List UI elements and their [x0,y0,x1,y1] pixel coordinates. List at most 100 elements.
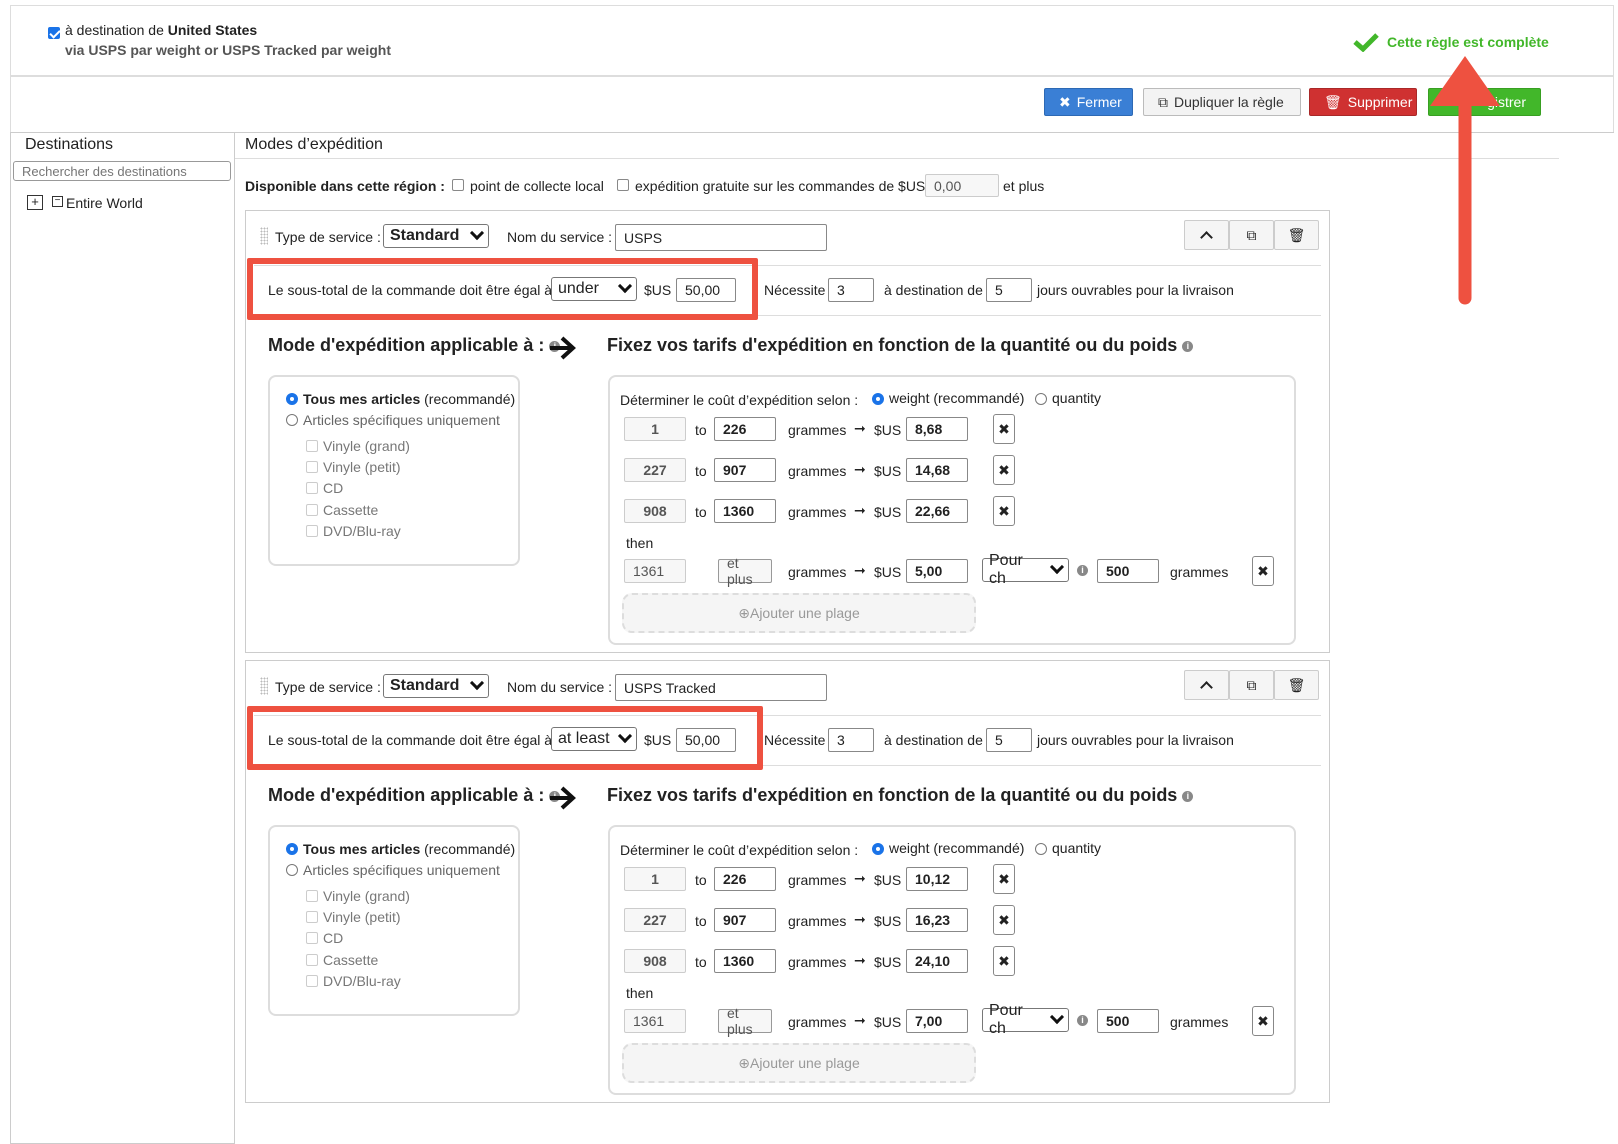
add-range-button[interactable]: ⊕ Ajouter une plage [622,1043,976,1083]
remove-range-button[interactable]: ✖ [993,946,1015,976]
then-price-input[interactable]: 5,00 [906,559,968,583]
delete-service-button[interactable]: 🗑 [1274,220,1319,250]
weight-radio[interactable] [872,393,884,405]
collapse-up-button[interactable] [1184,670,1229,700]
item-checkbox[interactable] [306,975,318,987]
range-price-input[interactable]: 10,12 [906,867,968,891]
free-shipping-checkbox[interactable] [617,179,629,191]
item-checkbox[interactable] [306,954,318,966]
destinations-title: Destinations [25,136,114,153]
currency-label: $US [874,1014,902,1030]
item-checkbox[interactable] [306,525,318,537]
per-value-input[interactable]: 500 [1097,1009,1159,1033]
max-days-input[interactable]: 5 [986,728,1032,752]
remove-range-button[interactable]: ✖ [993,455,1015,485]
per-unit-select[interactable]: Pour ch [982,552,1069,587]
all-items-radio[interactable] [286,393,298,405]
and-more-button[interactable]: et plus [718,555,772,587]
range-price-input[interactable]: 8,68 [906,417,968,441]
drag-handle-icon[interactable] [260,677,268,695]
item-checkbox[interactable] [306,440,318,452]
local-pickup-checkbox[interactable] [452,179,464,191]
range-from-input[interactable]: 227 [624,908,686,932]
then-price-input[interactable]: 7,00 [906,1009,968,1033]
quantity-radio[interactable] [1035,393,1047,405]
specific-items-radio[interactable] [286,864,298,876]
arrow-icon: ➞ [854,952,866,968]
region-label: Disponible dans cette région : [245,178,445,194]
destination-search-input[interactable] [13,161,231,181]
quantity-radio[interactable] [1035,843,1047,855]
service-type-select[interactable]: Standard [383,224,489,248]
remove-range-button[interactable]: ✖ [993,414,1015,444]
and-more-button[interactable]: et plus [718,1005,772,1037]
range-from-input[interactable]: 1 [624,417,686,441]
item-checkbox[interactable] [306,482,318,494]
min-days-input[interactable]: 3 [828,728,874,752]
min-days-input[interactable]: 3 [828,278,874,302]
item-checkbox[interactable] [306,911,318,923]
range-from-input[interactable]: 1 [624,867,686,891]
expand-icon[interactable]: + [27,195,43,210]
range-to-input[interactable]: 907 [714,908,776,932]
remove-range-button[interactable]: ✖ [1252,556,1274,586]
service-type-value: Standard [390,677,460,694]
range-from-input[interactable]: 227 [624,458,686,482]
all-items-radio[interactable] [286,843,298,855]
range-from-input[interactable]: 908 [624,499,686,523]
range-to-input[interactable]: 1360 [714,949,776,973]
remove-range-button[interactable]: ✖ [1252,1006,1274,1036]
to-label: to [695,422,707,438]
free-shipping-and-more: et plus [1003,178,1045,194]
range-to-input[interactable]: 907 [714,458,776,482]
item-checkbox[interactable] [306,932,318,944]
service-name-input[interactable]: USPS Tracked [615,674,827,701]
free-shipping-threshold-input[interactable]: 0,00 [925,174,999,197]
range-to-input[interactable]: 226 [714,867,776,891]
service-name-input[interactable]: USPS [615,224,827,251]
service-type-select[interactable]: Standard [383,674,489,698]
range-price-input[interactable]: 22,66 [906,499,968,523]
close-icon: ✖ [998,870,1010,887]
duplicate-service-button[interactable]: ⧉ [1229,670,1274,700]
add-range-button[interactable]: ⊕ Ajouter une plage [622,593,976,633]
requires-label: Nécessite [764,282,826,298]
rule-enabled-checkbox[interactable] [48,27,60,40]
range-price-input[interactable]: 14,68 [906,458,968,482]
max-days-input[interactable]: 5 [986,278,1032,302]
remove-range-button[interactable]: ✖ [993,496,1015,526]
per-value-input[interactable]: 500 [1097,559,1159,583]
then-from-input[interactable]: 1361 [624,1009,686,1033]
tree-item-entire-world[interactable]: Entire World [66,195,143,211]
service-name-label: Nom du service : [507,229,613,245]
per-unit-select[interactable]: Pour ch [982,1002,1069,1037]
trash-icon: 🗑 [1287,226,1306,243]
remove-range-button[interactable]: ✖ [993,905,1015,935]
range-from-input[interactable]: 908 [624,949,686,973]
range-price-input[interactable]: 16,23 [906,908,968,932]
item-checkbox[interactable] [306,461,318,473]
collapse-icon[interactable]: − [52,196,63,207]
delete-service-button[interactable]: 🗑 [1274,670,1319,700]
service-name-label: Nom du service : [507,679,613,695]
specific-items-radio[interactable] [286,414,298,426]
info-icon: i [1182,340,1194,352]
remove-range-button[interactable]: ✖ [993,864,1015,894]
close-button[interactable]: ✖ Fermer [1044,88,1133,116]
delete-rule-button[interactable]: 🗑 Supprimer [1309,88,1417,116]
range-to-input[interactable]: 226 [714,417,776,441]
then-from-input[interactable]: 1361 [624,559,686,583]
quantity-option-label: quantity [1052,390,1102,406]
service-type-value: Standard [390,227,460,244]
close-icon: ✖ [998,952,1010,969]
duplicate-service-button[interactable]: ⧉ [1229,220,1274,250]
collapse-up-button[interactable] [1184,220,1229,250]
drag-handle-icon[interactable] [260,227,268,245]
item-checkbox[interactable] [306,504,318,516]
range-to-input[interactable]: 1360 [714,499,776,523]
range-price-input[interactable]: 24,10 [906,949,968,973]
item-checkbox[interactable] [306,890,318,902]
weight-radio[interactable] [872,843,884,855]
close-icon: ✖ [1257,1012,1269,1029]
duplicate-rule-button[interactable]: ⧉ Dupliquer la règle [1143,88,1301,116]
